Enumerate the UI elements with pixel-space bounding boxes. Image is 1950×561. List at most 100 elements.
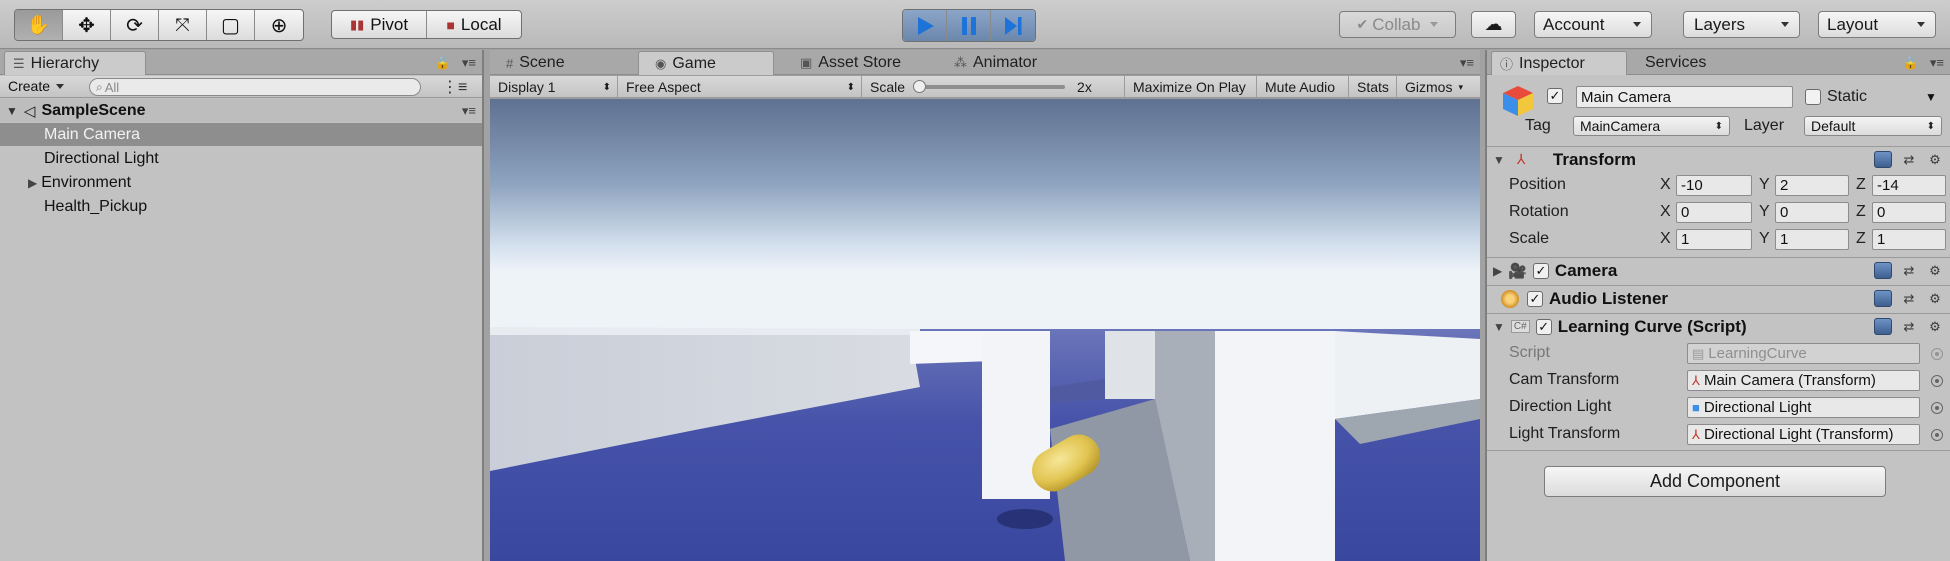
- tab-asset-store[interactable]: ▣ Asset Store: [792, 51, 932, 75]
- gear-icon[interactable]: ⚙: [1926, 262, 1944, 279]
- rotation-y-field[interactable]: 0: [1775, 202, 1849, 223]
- add-component-button[interactable]: Add Component: [1544, 466, 1886, 497]
- camera-header[interactable]: ▶ 🎥 ✓ Camera ⇄ ⚙: [1487, 257, 1950, 283]
- hierarchy-search-field[interactable]: ⌕ All: [89, 78, 421, 96]
- play-button[interactable]: [903, 10, 947, 41]
- object-picker-icon[interactable]: [1931, 429, 1943, 441]
- preset-sliders-icon[interactable]: ⇄: [1900, 151, 1918, 168]
- audio-listener-header[interactable]: ✓ Audio Listener ⇄ ⚙: [1487, 285, 1950, 311]
- hand-tool-icon[interactable]: ✋: [15, 10, 63, 40]
- learning-curve-header[interactable]: ▼ C# ✓ Learning Curve (Script) ⇄ ⚙: [1487, 313, 1950, 339]
- active-checkbox[interactable]: ✓: [1547, 88, 1563, 104]
- camera-enabled-checkbox[interactable]: ✓: [1532, 262, 1549, 279]
- panel-menu-icon[interactable]: ▾≡: [1460, 55, 1474, 71]
- tab-scene[interactable]: # Scene: [498, 51, 618, 75]
- gear-icon[interactable]: ⚙: [1926, 290, 1944, 307]
- position-y-field[interactable]: 2: [1775, 175, 1849, 196]
- stats-toggle[interactable]: Stats: [1349, 76, 1397, 98]
- light-transform-field[interactable]: ⅄ Directional Light (Transform): [1687, 424, 1920, 445]
- panel-menu-icon[interactable]: ▾≡: [1930, 55, 1944, 71]
- tab-inspector[interactable]: ⓘ Inspector: [1491, 51, 1627, 75]
- display-dropdown[interactable]: Display 1 ⬍: [490, 76, 618, 98]
- help-book-icon[interactable]: [1874, 318, 1892, 335]
- tab-services[interactable]: Services: [1637, 51, 1747, 75]
- preset-sliders-icon[interactable]: ⇄: [1900, 262, 1918, 279]
- panel-menu-icon[interactable]: ▾≡: [462, 55, 476, 71]
- foldout-closed-icon[interactable]: ▶: [1493, 264, 1502, 278]
- step-button[interactable]: [991, 10, 1035, 41]
- layout-button[interactable]: Layout: [1818, 11, 1936, 38]
- chevron-down-icon[interactable]: ▼: [1925, 90, 1937, 104]
- lock-icon[interactable]: 🔒: [1903, 56, 1918, 70]
- maximize-on-play-toggle[interactable]: Maximize On Play: [1125, 76, 1257, 98]
- object-picker-icon[interactable]: [1931, 348, 1943, 360]
- hierarchy-item-health-pickup[interactable]: Health_Pickup: [0, 195, 482, 218]
- script-enabled-checkbox[interactable]: ✓: [1535, 318, 1552, 335]
- local-button[interactable]: ■ Local: [427, 11, 521, 38]
- move-tool-icon[interactable]: ✥: [63, 10, 111, 40]
- tab-animator[interactable]: ⁂ Animator: [946, 51, 1086, 75]
- position-z-field[interactable]: -14: [1872, 175, 1946, 196]
- direction-light-field[interactable]: ■ Directional Light: [1687, 397, 1920, 418]
- foldout-closed-icon[interactable]: ▶: [28, 176, 37, 190]
- mute-audio-toggle[interactable]: Mute Audio: [1257, 76, 1349, 98]
- transform-header[interactable]: ▼ ⅄ Transform ⇄ ⚙: [1487, 146, 1950, 172]
- preset-sliders-icon[interactable]: ⇄: [1900, 318, 1918, 335]
- scale-z-field[interactable]: 1: [1872, 229, 1946, 250]
- aspect-dropdown[interactable]: Free Aspect ⬍: [618, 76, 862, 98]
- tab-game[interactable]: ◉ Game: [638, 51, 774, 75]
- audio-listener-enabled-checkbox[interactable]: ✓: [1527, 290, 1543, 307]
- hierarchy-item-directional-light[interactable]: Directional Light: [0, 147, 482, 170]
- foldout-open-icon[interactable]: ▼: [1493, 153, 1505, 167]
- list-icon: ☰: [13, 55, 25, 71]
- grid-icon: #: [506, 55, 514, 71]
- rect-tool-icon[interactable]: ▢: [207, 10, 255, 40]
- help-book-icon[interactable]: [1874, 290, 1892, 307]
- preset-sliders-icon[interactable]: ⇄: [1900, 290, 1918, 307]
- gear-icon[interactable]: ⚙: [1926, 151, 1944, 168]
- game-viewport[interactable]: [490, 99, 1480, 561]
- layer-dropdown[interactable]: Default ⬍: [1804, 116, 1942, 136]
- hierarchy-item-environment[interactable]: ▶ Environment: [0, 171, 482, 194]
- static-checkbox[interactable]: [1805, 89, 1821, 105]
- position-x-field[interactable]: -10: [1676, 175, 1752, 196]
- scale-slider-thumb[interactable]: [913, 80, 927, 93]
- pickup-shadow: [997, 509, 1053, 529]
- object-picker-icon[interactable]: [1931, 375, 1943, 387]
- tab-hierarchy[interactable]: ☰ Hierarchy: [4, 51, 146, 75]
- scene-menu-icon[interactable]: ▾≡: [462, 103, 476, 119]
- rotate-tool-icon[interactable]: ⟳: [111, 10, 159, 40]
- rotation-x-field[interactable]: 0: [1676, 202, 1752, 223]
- filter-icon[interactable]: ⋮≡: [442, 77, 467, 97]
- object-name-field[interactable]: Main Camera: [1576, 86, 1793, 108]
- tag-dropdown[interactable]: MainCamera ⬍: [1573, 116, 1730, 136]
- transform-tool-icon[interactable]: ⊕: [255, 10, 303, 40]
- inspector-tabbar: ⓘ Inspector Services 🔒 ▾≡: [1487, 50, 1950, 75]
- pivot-button[interactable]: ▮▮ Pivot: [332, 11, 427, 38]
- hierarchy-item-main-camera[interactable]: Main Camera: [0, 123, 482, 146]
- pause-icon: [961, 16, 976, 35]
- hierarchy-toolbar: Create ⌕ All ⋮≡: [0, 76, 482, 98]
- create-button[interactable]: Create: [8, 78, 65, 94]
- pause-button[interactable]: [947, 10, 991, 41]
- gear-icon[interactable]: ⚙: [1926, 318, 1944, 335]
- cloud-button[interactable]: ☁: [1471, 11, 1516, 38]
- scale-tool-icon[interactable]: ⤧: [159, 10, 207, 40]
- help-book-icon[interactable]: [1874, 151, 1892, 168]
- scale-y-field[interactable]: 1: [1775, 229, 1849, 250]
- scene-row[interactable]: ▼ ◁ SampleScene ▾≡: [0, 99, 482, 122]
- layers-button[interactable]: Layers: [1683, 11, 1800, 38]
- component-header-icons: ⇄ ⚙: [1874, 151, 1944, 168]
- foldout-open-icon[interactable]: ▼: [6, 104, 18, 118]
- account-button[interactable]: Account: [1534, 11, 1652, 38]
- scale-x-field[interactable]: 1: [1676, 229, 1752, 250]
- help-book-icon[interactable]: [1874, 262, 1892, 279]
- cam-transform-field[interactable]: ⅄ Main Camera (Transform): [1687, 370, 1920, 391]
- collab-button[interactable]: ✔ Collab: [1339, 11, 1456, 38]
- object-picker-icon[interactable]: [1931, 402, 1943, 414]
- lock-icon[interactable]: 🔒: [435, 56, 450, 70]
- rotation-z-field[interactable]: 0: [1872, 202, 1946, 223]
- gizmos-toggle[interactable]: Gizmos ▾: [1397, 76, 1480, 98]
- foldout-open-icon[interactable]: ▼: [1493, 320, 1505, 334]
- scale-slider[interactable]: [913, 80, 1066, 93]
